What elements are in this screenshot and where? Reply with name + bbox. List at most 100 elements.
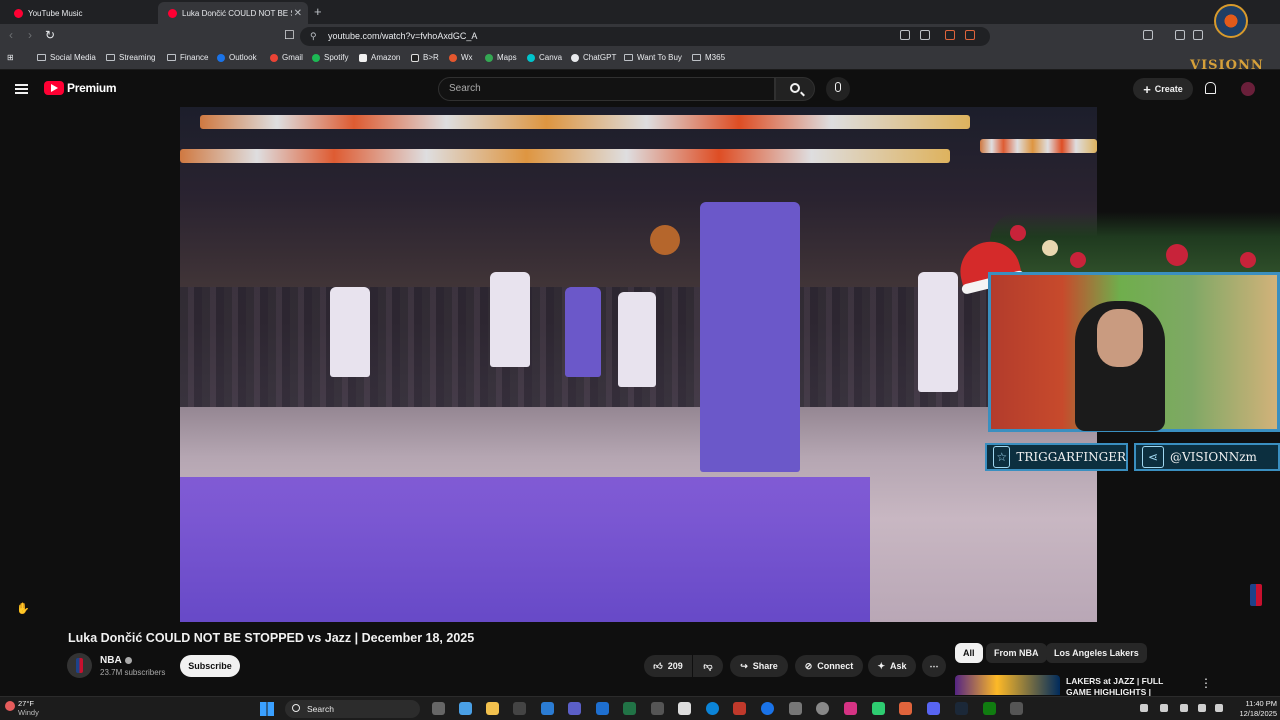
recommended-video-title[interactable]: LAKERS at JAZZ | FULL GAME HIGHLIGHTS | … — [1066, 676, 1186, 696]
verified-badge-icon — [124, 656, 132, 664]
tray-chevron-icon[interactable] — [1140, 704, 1148, 712]
app-icon[interactable] — [844, 702, 857, 715]
bookmark-m365[interactable]: M365 — [692, 53, 725, 62]
player-figure — [330, 287, 370, 377]
chip-all[interactable]: All — [955, 643, 983, 663]
bookmark-outlook[interactable]: Outlook — [217, 53, 257, 62]
create-button[interactable]: + Create — [1133, 78, 1193, 100]
app-icon[interactable] — [1010, 702, 1023, 715]
start-button[interactable] — [260, 702, 274, 716]
bookmark-finance[interactable]: Finance — [167, 53, 208, 62]
spotify-icon — [312, 53, 320, 62]
forward-button[interactable]: › — [28, 28, 32, 42]
app-icon[interactable] — [761, 702, 774, 715]
chip-from-nba[interactable]: From NBA — [986, 643, 1047, 663]
weather-widget[interactable]: 27°F Windy — [18, 699, 39, 717]
microphone-icon — [835, 82, 841, 92]
copilot-icon[interactable] — [459, 702, 472, 715]
app-icon[interactable] — [513, 702, 526, 715]
excel-icon[interactable] — [623, 702, 636, 715]
bookmark-canva[interactable]: Canva — [527, 53, 562, 62]
brave-rewards-icon[interactable] — [965, 30, 975, 40]
thumbs-up-icon: 👍︎ — [653, 660, 663, 671]
music-icon[interactable] — [1175, 30, 1185, 40]
app-icon[interactable] — [596, 702, 609, 715]
taskbar-clock[interactable]: 11:40 PM 12/18/2025 — [1232, 699, 1277, 719]
bookmark-amazon[interactable]: Amazon — [359, 53, 400, 62]
app-icon[interactable] — [678, 702, 691, 715]
notifications-bell-icon[interactable] — [1205, 82, 1216, 94]
ornament — [1042, 240, 1058, 256]
account-avatar[interactable] — [1241, 82, 1255, 96]
brave-shield-icon[interactable] — [945, 30, 955, 40]
sidebar-toggle-icon[interactable] — [1143, 30, 1153, 40]
channel-avatar[interactable] — [67, 653, 92, 678]
edge-icon[interactable] — [706, 702, 719, 715]
youtube-premium-label[interactable]: Premium — [67, 81, 117, 95]
network-icon[interactable] — [1198, 704, 1206, 712]
bookmark-social-media[interactable]: Social Media — [37, 53, 96, 62]
ask-button[interactable]: ✦ Ask — [868, 655, 916, 677]
bookmark-star-icon[interactable]: ☐ — [284, 28, 295, 42]
onedrive-icon[interactable] — [1160, 704, 1168, 712]
bookmark-chatgpt[interactable]: ChatGPT — [571, 53, 616, 62]
like-button[interactable]: 👍︎ 209 — [644, 655, 692, 677]
basketball — [650, 225, 680, 255]
share-button[interactable]: ↪ Share — [730, 655, 788, 677]
taskbar-search[interactable]: Search — [285, 700, 420, 718]
subscribe-button[interactable]: Subscribe — [180, 655, 240, 677]
bookmark-want-to-buy[interactable]: Want To Buy — [624, 53, 682, 62]
more-actions-button[interactable]: ⋯ — [922, 655, 946, 677]
teams-icon[interactable] — [568, 702, 581, 715]
tab-label: Luka Dončić COULD NOT BE STO — [182, 8, 292, 18]
app-icon[interactable] — [789, 702, 802, 715]
player-figure — [918, 272, 958, 392]
tab-youtube-music[interactable]: YouTube Music — [4, 2, 154, 24]
app-icon[interactable] — [733, 702, 746, 715]
guide-menu-icon[interactable] — [15, 84, 28, 94]
voice-search-button[interactable] — [826, 77, 850, 101]
bookmark-br[interactable]: B>R — [411, 53, 439, 62]
search-button[interactable] — [775, 77, 815, 101]
channel-name[interactable]: NBA — [100, 655, 132, 666]
more-vertical-icon[interactable]: ⋮ — [1200, 676, 1212, 690]
xbox-icon[interactable] — [983, 702, 996, 715]
new-tab-button[interactable]: + — [314, 4, 322, 19]
folder-icon — [37, 54, 46, 61]
back-button[interactable]: ‹ — [9, 28, 13, 42]
share-page-icon[interactable] — [920, 30, 930, 40]
bookmark-streaming[interactable]: Streaming — [106, 53, 155, 62]
discord-icon[interactable] — [927, 702, 940, 715]
file-explorer-icon[interactable] — [486, 702, 499, 715]
connect-button[interactable]: ⊘ Connect — [795, 655, 863, 677]
steam-icon[interactable] — [955, 702, 968, 715]
site-info-icon[interactable]: ⚲ — [310, 27, 317, 46]
tab-current-video[interactable]: Luka Dončić COULD NOT BE STO ✕ — [158, 2, 308, 24]
dislike-button[interactable]: 👎︎ — [693, 655, 723, 677]
bookmark-maps[interactable]: Maps — [485, 53, 517, 62]
close-tab-icon[interactable]: ✕ — [294, 8, 302, 19]
bookmark-spotify[interactable]: Spotify — [312, 53, 348, 62]
bookmark-gmail[interactable]: Gmail — [270, 53, 303, 62]
youtube-logo-icon[interactable] — [44, 81, 64, 95]
app-icon[interactable] — [872, 702, 885, 715]
task-view-icon[interactable] — [432, 702, 445, 715]
reload-button[interactable]: ↻ — [45, 28, 55, 42]
recommended-video-thumbnail[interactable] — [955, 675, 1060, 695]
address-bar[interactable]: ⚲ youtube.com/watch?v=fvhoAxdGC_A — [300, 27, 990, 46]
app-icon[interactable] — [541, 702, 554, 715]
bookmark-wx[interactable]: Wx — [449, 53, 473, 62]
plus-icon: + — [1143, 81, 1151, 97]
search-input[interactable]: Search — [438, 77, 775, 101]
video-player[interactable] — [180, 107, 1097, 622]
app-icon[interactable] — [651, 702, 664, 715]
streamer-tag: ☆ TRIGGARFINGER — [985, 443, 1128, 471]
visionn-logo: VISIONN — [1186, 2, 1276, 74]
cast-icon[interactable] — [900, 30, 910, 40]
chip-los-angeles-lakers[interactable]: Los Angeles Lakers — [1046, 643, 1147, 663]
microphone-tray-icon[interactable] — [1180, 704, 1188, 712]
apps-grid-icon[interactable]: ⊞ — [7, 53, 14, 62]
brave-icon[interactable] — [899, 702, 912, 715]
app-icon[interactable] — [816, 702, 829, 715]
volume-icon[interactable] — [1215, 704, 1223, 712]
